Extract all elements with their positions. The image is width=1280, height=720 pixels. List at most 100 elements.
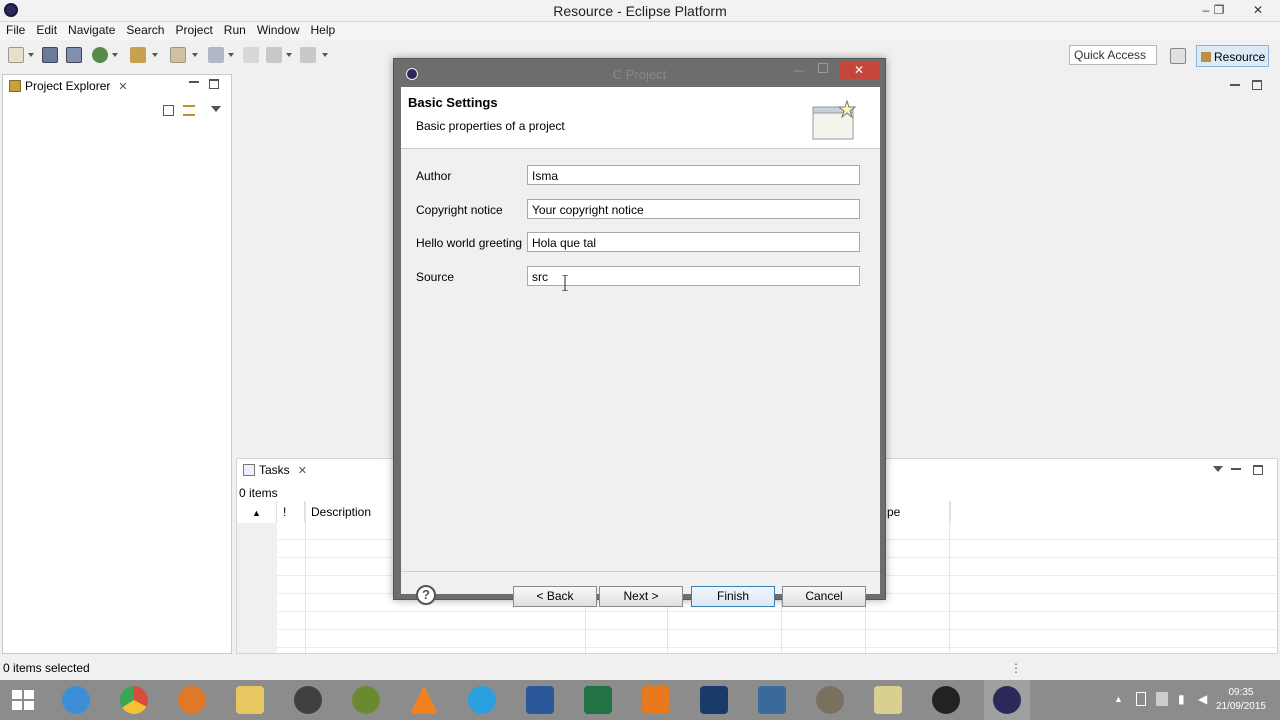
tray-expand-icon[interactable]: ▲ — [1114, 694, 1123, 704]
wizard-banner-icon — [811, 99, 859, 143]
skype-icon[interactable] — [468, 686, 496, 714]
open-type-icon[interactable] — [170, 47, 186, 63]
author-field[interactable]: Isma — [527, 165, 860, 185]
close-window-button[interactable]: ✕ — [1240, 0, 1276, 22]
quick-access-input[interactable]: Quick Access — [1069, 45, 1157, 65]
new-icon[interactable] — [8, 47, 24, 63]
annotation-dropdown-icon[interactable] — [228, 53, 234, 57]
photoshop-icon[interactable] — [700, 686, 728, 714]
tasks-tab[interactable]: Tasks ✕ — [241, 463, 307, 477]
debug-dropdown-icon[interactable] — [112, 53, 118, 57]
dialog-minimize-icon[interactable]: — — [794, 65, 805, 77]
volume-icon[interactable]: ◀ — [1198, 692, 1207, 706]
greeting-field[interactable]: Hola que tal — [527, 232, 860, 252]
ultraedit-icon[interactable] — [352, 686, 380, 714]
row-gutter — [237, 523, 277, 653]
media-icon[interactable] — [294, 686, 322, 714]
back-nav-dropdown-icon[interactable] — [286, 53, 292, 57]
copyright-label: Copyright notice — [416, 203, 503, 217]
menu-navigate[interactable]: Navigate — [62, 22, 120, 37]
windows-start-icon[interactable] — [10, 686, 38, 714]
maximize-view-icon[interactable] — [209, 79, 219, 89]
menu-file[interactable]: File — [0, 22, 30, 37]
link-editor-icon[interactable] — [183, 105, 195, 116]
vlc-icon[interactable] — [410, 686, 438, 714]
new-project-dialog: C Project — ✕ Basic Settings Basic prope… — [393, 58, 886, 607]
dialog-close-button[interactable]: ✕ — [839, 61, 879, 79]
dialog-titlebar[interactable]: C Project — ✕ — [394, 59, 885, 87]
back-button[interactable]: < Back — [513, 586, 597, 607]
help-icon[interactable]: ? — [416, 585, 436, 605]
save-all-icon[interactable] — [66, 47, 82, 63]
tasks-minimize-icon[interactable] — [1231, 468, 1241, 470]
next-button[interactable]: Next > — [599, 586, 683, 607]
project-explorer-tab[interactable]: Project Explorer ✕ — [5, 77, 134, 97]
restore-button[interactable]: ❐ — [1206, 0, 1232, 22]
source-field[interactable]: src — [527, 266, 860, 286]
system-clock[interactable]: 09:35 21/09/2015 — [1216, 686, 1266, 714]
grid-line — [305, 501, 306, 653]
save-icon[interactable] — [42, 47, 58, 63]
column-header-type[interactable]: pe — [881, 501, 951, 523]
tasks-view-menu-icon[interactable] — [1213, 466, 1223, 472]
battery-icon[interactable] — [1156, 692, 1168, 706]
network-icon[interactable]: ▮ — [1178, 692, 1185, 706]
firefox-icon[interactable] — [178, 686, 206, 714]
device-icon[interactable] — [1136, 692, 1146, 706]
forward-nav-icon[interactable] — [300, 47, 316, 63]
system-tray: ▲ ▮ ◀ 09:35 21/09/2015 — [1100, 680, 1280, 720]
menu-project[interactable]: Project — [169, 22, 217, 37]
debug-icon[interactable] — [92, 47, 108, 63]
run-tool-dropdown-icon[interactable] — [152, 53, 158, 57]
menu-help[interactable]: Help — [305, 22, 341, 37]
source-label: Source — [416, 270, 455, 284]
run-tool-icon[interactable] — [130, 47, 146, 63]
eclipse-taskbar-button[interactable] — [984, 680, 1030, 720]
resource-perspective-button[interactable]: Resource — [1196, 45, 1269, 67]
tasks-maximize-icon[interactable] — [1253, 465, 1263, 475]
copyright-row: Copyright notice Your copyright notice — [416, 199, 866, 221]
cancel-button[interactable]: Cancel — [782, 586, 866, 607]
perspective-label: Resource — [1214, 50, 1266, 64]
menu-window[interactable]: Window — [251, 22, 305, 37]
wizard-page-description: Basic properties of a project — [416, 119, 565, 133]
collapse-all-icon[interactable] — [163, 105, 174, 116]
status-text: 0 items selected — [3, 661, 90, 675]
open-perspective-icon[interactable] — [1170, 48, 1186, 64]
minimize-view-icon[interactable] — [189, 81, 199, 83]
xampp-icon[interactable] — [642, 686, 670, 714]
file-explorer-icon[interactable] — [236, 686, 264, 714]
gimp-icon[interactable] — [816, 686, 844, 714]
menu-edit[interactable]: Edit — [30, 22, 62, 37]
editor-maximize-icon[interactable] — [1252, 80, 1262, 90]
dialog-maximize-icon[interactable] — [818, 63, 828, 73]
finish-button[interactable]: Finish — [691, 586, 775, 607]
chrome-icon[interactable] — [120, 686, 148, 714]
project-explorer-close-icon[interactable]: ✕ — [118, 81, 127, 93]
menu-bar: File Edit Navigate Search Project Run Window He… — [0, 22, 1280, 40]
excel-icon[interactable] — [584, 686, 612, 714]
forward-nav-dropdown-icon[interactable] — [322, 53, 328, 57]
tasks-close-icon[interactable]: ✕ — [298, 465, 307, 477]
status-grip-icon[interactable]: ⋮ — [1010, 661, 1022, 675]
last-edit-icon[interactable] — [243, 47, 259, 63]
new-dropdown-icon[interactable] — [28, 53, 34, 57]
copyright-field[interactable]: Your copyright notice — [527, 199, 860, 219]
word-icon[interactable] — [526, 686, 554, 714]
column-header-priority[interactable]: ! — [277, 501, 305, 523]
column-header-completed[interactable]: ▲ — [237, 501, 277, 523]
author-label: Author — [416, 169, 452, 183]
menu-run[interactable]: Run — [218, 22, 251, 37]
view-menu-icon[interactable] — [211, 106, 221, 112]
menu-search[interactable]: Search — [120, 22, 169, 37]
obs-icon[interactable] — [932, 686, 960, 714]
open-type-dropdown-icon[interactable] — [192, 53, 198, 57]
clock-date: 21/09/2015 — [1215, 701, 1266, 712]
back-nav-icon[interactable] — [266, 47, 282, 63]
editor-minimize-icon[interactable] — [1230, 84, 1240, 86]
eclipse-taskbar-icon — [993, 686, 1021, 714]
notes-icon[interactable] — [874, 686, 902, 714]
mysql-workbench-icon[interactable] — [758, 686, 786, 714]
internet-explorer-icon[interactable] — [62, 686, 90, 714]
annotation-icon[interactable] — [208, 47, 224, 63]
